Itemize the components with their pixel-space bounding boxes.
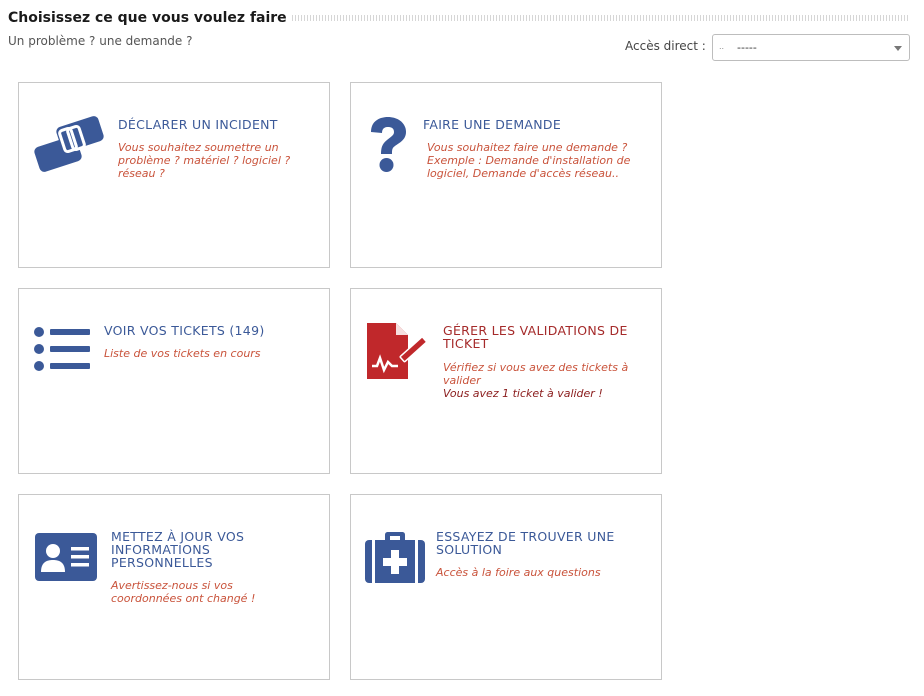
card-description: Avertissez-nous si vos coordonnées ont c…: [111, 579, 256, 605]
list-icon: [33, 326, 91, 376]
pending-validation-notice: Vous avez 1 ticket à valider !: [443, 387, 603, 400]
page-title: Choisissez ce que vous voulez faire: [8, 10, 287, 26]
card-update-personal-info[interactable]: METTEZ À JOUR VOS INFORMATIONS PERSONNEL…: [18, 494, 330, 680]
card-description: Vous souhaitez soumettre un problème ? m…: [118, 141, 291, 180]
card-manage-validations[interactable]: GÉRER LES VALIDATIONS DE TICKET Vérifiez…: [350, 288, 662, 474]
medkit-icon: [365, 532, 425, 588]
card-title[interactable]: METTEZ À JOUR VOS INFORMATIONS PERSONNEL…: [111, 530, 311, 569]
signed-document-icon: [366, 322, 430, 384]
id-card-icon: [34, 532, 98, 586]
card-declare-incident[interactable]: DÉCLARER UN INCIDENT Vous souhaitez soum…: [18, 82, 330, 268]
card-description: Accès à la foire aux questions: [436, 566, 601, 579]
card-title[interactable]: GÉRER LES VALIDATIONS DE TICKET: [443, 324, 633, 350]
card-title[interactable]: DÉCLARER UN INCIDENT: [118, 118, 278, 131]
handshake-icon: [34, 115, 106, 177]
question-mark-icon: [367, 116, 409, 178]
select-value: -----: [737, 41, 757, 54]
card-description: Vérifiez si vous avez des tickets à vali…: [443, 361, 629, 387]
direct-access-label: Accès direct :: [625, 39, 706, 53]
card-find-solution[interactable]: ESSAYEZ DE TROUVER UNE SOLUTION Accès à …: [350, 494, 662, 680]
card-title[interactable]: ESSAYEZ DE TROUVER UNE SOLUTION: [436, 530, 646, 556]
page-subtitle: Un problème ? une demande ?: [8, 34, 193, 48]
card-description: Liste de vos tickets en cours: [104, 347, 261, 360]
card-view-tickets[interactable]: VOIR VOS TICKETS (149) Liste de vos tick…: [18, 288, 330, 474]
card-description: Vous souhaitez faire une demande ? Exemp…: [427, 141, 631, 180]
card-title[interactable]: FAIRE UNE DEMANDE: [423, 118, 561, 131]
title-divider: [292, 15, 908, 21]
direct-access-select[interactable]: .. -----: [712, 34, 910, 61]
card-title[interactable]: VOIR VOS TICKETS (149): [104, 324, 265, 337]
chevron-down-icon[interactable]: [894, 46, 902, 51]
card-make-request[interactable]: FAIRE UNE DEMANDE Vous souhaitez faire u…: [350, 82, 662, 268]
select-prefix: ..: [719, 42, 725, 51]
